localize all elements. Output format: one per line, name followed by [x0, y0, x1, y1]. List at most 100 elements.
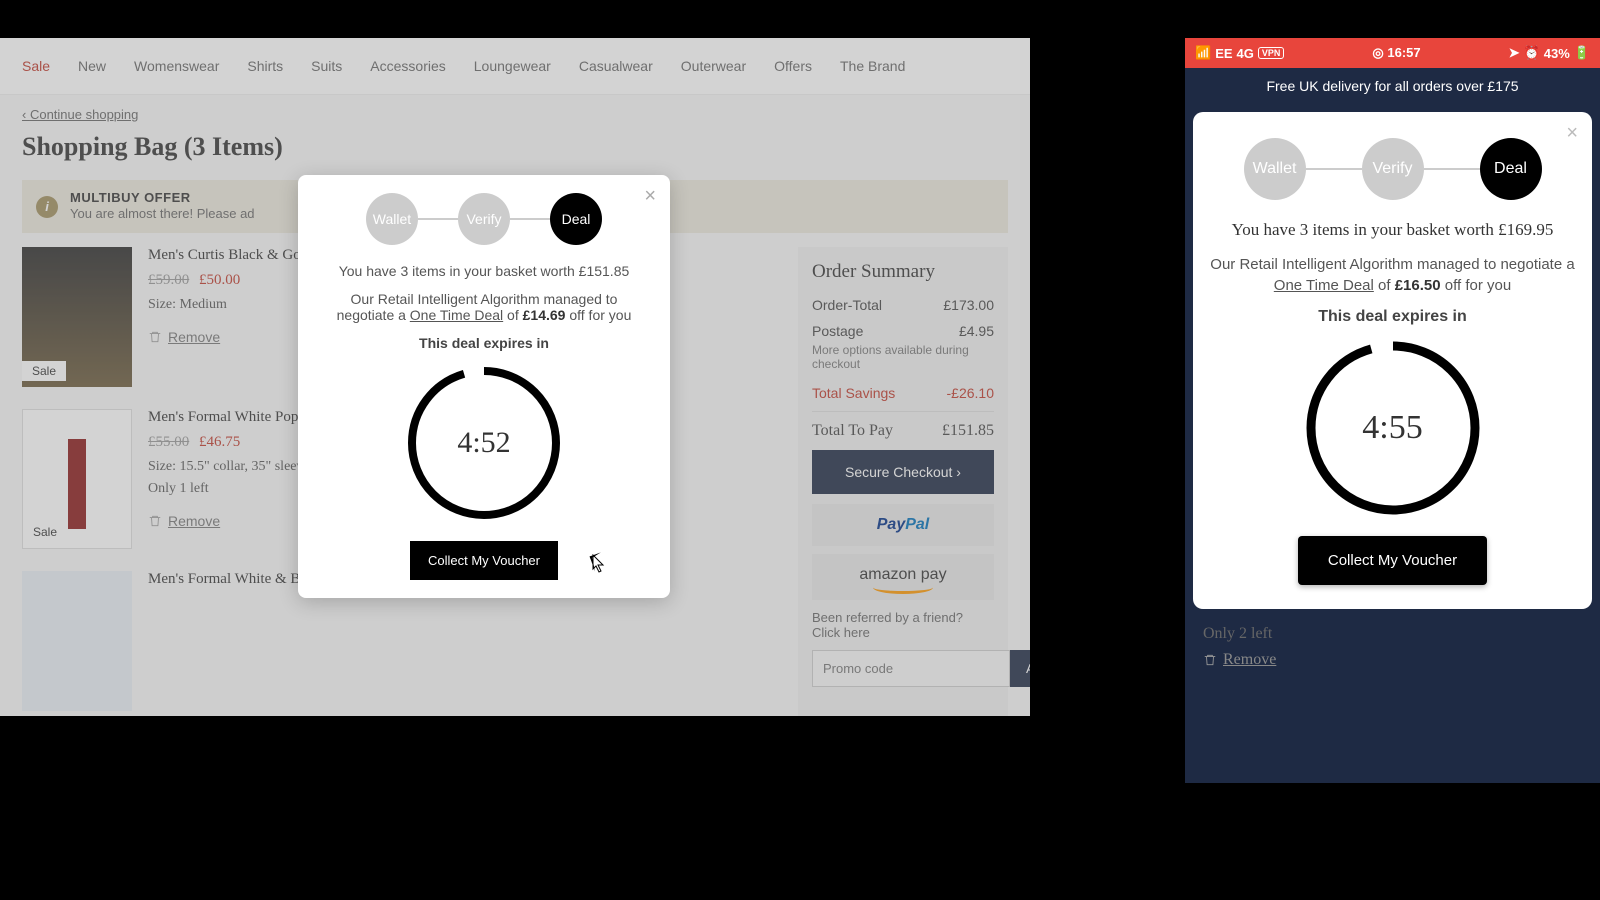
step-deal: Deal — [550, 193, 602, 245]
promo-input[interactable] — [812, 650, 1010, 687]
paypal-button[interactable]: PayPal — [812, 504, 994, 546]
remove-label: Remove — [1223, 651, 1276, 669]
trash-icon — [148, 514, 162, 528]
apply-button[interactable]: Apply — [1010, 650, 1030, 687]
remove-link[interactable]: Remove — [148, 513, 310, 529]
old-price: £59.00 — [148, 272, 189, 288]
multibuy-text: You are almost there! Please ad — [70, 206, 255, 221]
one-time-deal-link[interactable]: One Time Deal — [1274, 277, 1374, 294]
multibuy-title: MULTIBUY OFFER — [70, 190, 255, 205]
nav-suits[interactable]: Suits — [311, 58, 342, 74]
step-verify: Verify — [458, 193, 510, 245]
clock: 16:57 — [1387, 45, 1420, 60]
location-icon: ➤ — [1509, 45, 1520, 61]
algo-text: Our Retail Intelligent Algorithm managed… — [322, 291, 646, 323]
clock-icon: ◎ — [1372, 45, 1387, 60]
mobile-item-behind: Only 2 left Remove — [1185, 617, 1600, 677]
basket-text: You have 3 items in your basket worth £1… — [1209, 218, 1576, 242]
product-size: Size: Medium — [148, 297, 301, 313]
expires-text: This deal expires in — [322, 335, 646, 351]
alarm-icon: ⏰ — [1524, 45, 1540, 61]
signal-icon: 📶 — [1195, 45, 1211, 61]
collect-voucher-button[interactable]: Collect My Voucher — [410, 541, 558, 580]
pay-label: Total To Pay — [812, 422, 893, 440]
trash-icon — [148, 330, 162, 344]
network: 4G — [1237, 46, 1254, 61]
referral-link[interactable]: Been referred by a friend? Click here — [812, 610, 994, 640]
cursor-icon — [592, 554, 606, 574]
close-icon[interactable]: × — [1566, 122, 1578, 145]
stock-level: Only 2 left — [1203, 625, 1582, 643]
step-wallet: Wallet — [366, 193, 418, 245]
vpn-badge: VPN — [1258, 47, 1285, 59]
sale-price: £46.75 — [199, 434, 240, 450]
nav-accessories[interactable]: Accessories — [370, 58, 445, 74]
product-size: Size: 15.5" collar, 35" sleeve — [148, 459, 310, 475]
product-thumb[interactable] — [22, 571, 132, 711]
mobile-deal-modal: × Wallet Verify Deal You have 3 items in… — [1193, 112, 1592, 609]
main-nav: Sale New Womenswear Shirts Suits Accesso… — [0, 38, 1030, 95]
remove-label: Remove — [168, 513, 220, 529]
countdown-ring: 4:52 — [404, 363, 564, 523]
sale-price: £50.00 — [199, 272, 240, 288]
expires-text: This deal expires in — [1209, 308, 1576, 326]
basket-text: You have 3 items in your basket worth £1… — [322, 263, 646, 279]
progress-steps: Wallet Verify Deal — [1209, 138, 1576, 200]
product-title: Men's Curtis Black & Go — [148, 247, 301, 264]
info-icon: i — [36, 196, 58, 218]
postage-note: More options available during checkout — [812, 343, 994, 371]
amazon-pay-button[interactable]: amazon pay — [812, 554, 994, 600]
nav-casualwear[interactable]: Casualwear — [579, 58, 653, 74]
secure-checkout-button[interactable]: Secure Checkout › — [812, 450, 994, 494]
product-thumb[interactable]: Sale — [22, 409, 132, 549]
postage: £4.95 — [959, 323, 994, 339]
savings: -£26.10 — [947, 385, 994, 401]
total-pay: £151.85 — [942, 422, 994, 440]
order-summary: Order Summary Order-Total £173.00 Postage… — [798, 247, 1008, 716]
savings-label: Total Savings — [812, 385, 895, 401]
old-price: £55.00 — [148, 434, 189, 450]
summary-title: Order Summary — [812, 261, 994, 283]
countdown-time: 4:55 — [1303, 338, 1483, 518]
close-icon[interactable]: × — [644, 185, 656, 208]
trash-icon — [1203, 653, 1217, 667]
remove-link[interactable]: Remove — [148, 329, 301, 345]
order-total: £173.00 — [943, 297, 994, 313]
algo-text: Our Retail Intelligent Algorithm managed… — [1209, 254, 1576, 296]
deal-modal: × Wallet Verify Deal You have 3 items in… — [298, 175, 670, 598]
status-bar: 📶 EE 4G VPN ◎ 16:57 ➤ ⏰ 43% 🔋 — [1185, 38, 1600, 68]
countdown-ring: 4:55 — [1303, 338, 1483, 518]
step-deal: Deal — [1480, 138, 1542, 200]
collect-voucher-button[interactable]: Collect My Voucher — [1298, 536, 1487, 585]
remove-link[interactable]: Remove — [1203, 651, 1582, 669]
carrier: EE — [1215, 46, 1232, 61]
nav-new[interactable]: New — [78, 58, 106, 74]
mobile-view: 📶 EE 4G VPN ◎ 16:57 ➤ ⏰ 43% 🔋 Free UK de… — [1185, 38, 1600, 783]
desktop-view: Sale New Womenswear Shirts Suits Accesso… — [0, 38, 1030, 716]
countdown-time: 4:52 — [404, 363, 564, 523]
order-total-label: Order-Total — [812, 297, 882, 313]
progress-steps: Wallet Verify Deal — [322, 193, 646, 245]
nav-outerwear[interactable]: Outerwear — [681, 58, 746, 74]
page-title: Shopping Bag (3 Items) — [0, 124, 1030, 174]
nav-brand[interactable]: The Brand — [840, 58, 905, 74]
nav-shirts[interactable]: Shirts — [247, 58, 283, 74]
nav-sale[interactable]: Sale — [22, 58, 50, 74]
step-wallet: Wallet — [1244, 138, 1306, 200]
sale-badge: Sale — [23, 522, 67, 542]
delivery-banner: Free UK delivery for all orders over £17… — [1185, 68, 1600, 104]
continue-shopping-link[interactable]: Continue shopping — [0, 95, 1030, 124]
remove-label: Remove — [168, 329, 220, 345]
nav-loungewear[interactable]: Loungewear — [474, 58, 551, 74]
one-time-deal-link[interactable]: One Time Deal — [410, 307, 503, 323]
nav-offers[interactable]: Offers — [774, 58, 812, 74]
product-title: Men's Formal White Pop — [148, 409, 310, 426]
battery-icon: 🔋 — [1574, 45, 1590, 61]
sale-badge: Sale — [22, 361, 66, 381]
battery: 43% — [1544, 46, 1570, 61]
product-thumb[interactable]: Sale — [22, 247, 132, 387]
nav-womenswear[interactable]: Womenswear — [134, 58, 219, 74]
step-verify: Verify — [1362, 138, 1424, 200]
postage-label: Postage — [812, 323, 863, 339]
stock-level: Only 1 left — [148, 481, 310, 497]
